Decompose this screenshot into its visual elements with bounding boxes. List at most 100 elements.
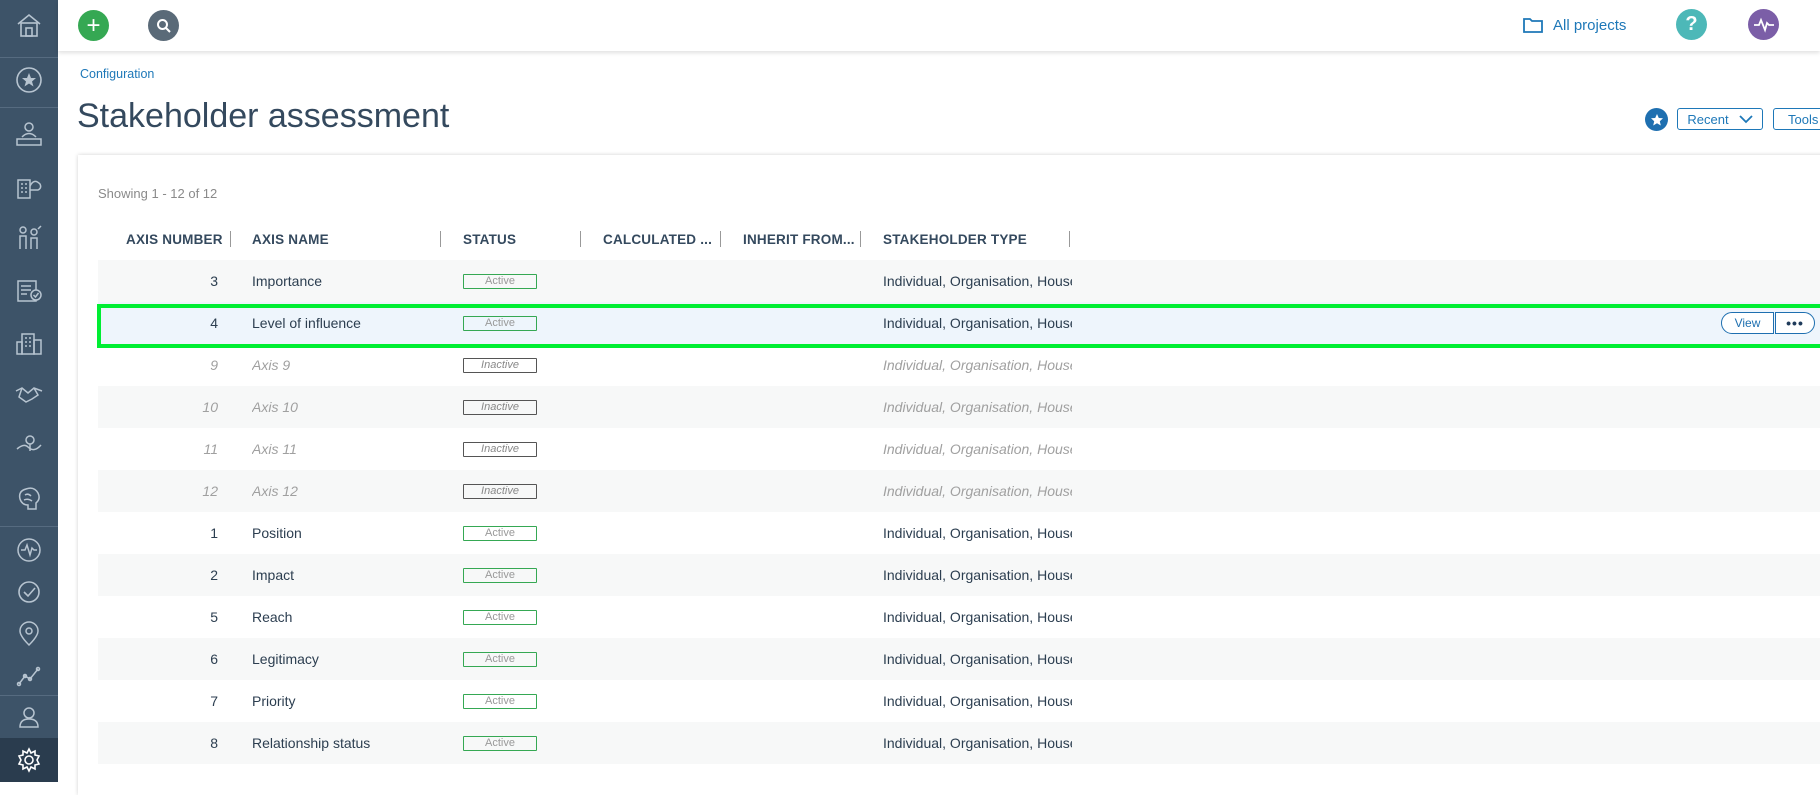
sidebar-item-tasks[interactable] bbox=[0, 269, 58, 311]
results-count: Showing 1 - 12 of 12 bbox=[98, 186, 218, 201]
status-cell: Inactive bbox=[463, 344, 543, 386]
sidebar-item-settings[interactable] bbox=[0, 738, 58, 782]
graph-icon bbox=[16, 666, 41, 687]
table-row[interactable]: 8 Relationship status Active Individual,… bbox=[98, 722, 1820, 764]
table-row[interactable]: 3 Importance Active Individual, Organisa… bbox=[98, 260, 1820, 302]
sidebar-item-groups[interactable] bbox=[0, 217, 58, 259]
activity-button[interactable] bbox=[1748, 9, 1779, 40]
status-badge: Inactive bbox=[463, 399, 537, 415]
column-axis-number[interactable]: AXIS NUMBER bbox=[126, 232, 223, 247]
sidebar-item-favourites[interactable] bbox=[0, 59, 58, 101]
help-icon: ? bbox=[1685, 13, 1698, 35]
status-badge: Active bbox=[463, 567, 537, 583]
status-cell: Inactive bbox=[463, 470, 543, 512]
column-status[interactable]: STATUS bbox=[463, 232, 516, 247]
axis-name: Axis 12 bbox=[252, 483, 298, 499]
column-resize-handle[interactable] bbox=[580, 231, 581, 247]
sidebar-item-organisations[interactable] bbox=[0, 166, 58, 208]
recent-dropdown[interactable]: Recent bbox=[1677, 108, 1763, 130]
table-row[interactable]: 9 Axis 9 Inactive Individual, Organisati… bbox=[98, 344, 1820, 386]
column-resize-handle[interactable] bbox=[1069, 231, 1070, 247]
recent-label: Recent bbox=[1687, 111, 1729, 127]
axis-number: 10 bbox=[202, 399, 218, 415]
sidebar-item-buildings[interactable] bbox=[0, 322, 58, 364]
column-stakeholder-type[interactable]: STAKEHOLDER TYPE bbox=[883, 232, 1027, 247]
folder-icon bbox=[1523, 18, 1543, 33]
stakeholder-type: Individual, Organisation, House bbox=[883, 651, 1072, 667]
stakeholder-type: Individual, Organisation, House bbox=[883, 525, 1072, 541]
status-cell: Active bbox=[463, 554, 543, 596]
organisations-icon bbox=[17, 179, 42, 199]
sidebar-item-profile[interactable] bbox=[0, 696, 58, 738]
stakeholder-type: Individual, Organisation, House bbox=[883, 567, 1072, 583]
axis-name: Importance bbox=[252, 273, 323, 289]
status-badge: Active bbox=[463, 693, 537, 709]
table-row[interactable]: 12 Axis 12 Inactive Individual, Organisa… bbox=[98, 470, 1820, 512]
status-cell: Inactive bbox=[463, 428, 543, 470]
axis-name: Axis 11 bbox=[252, 441, 297, 457]
user-icon bbox=[19, 707, 39, 728]
column-resize-handle[interactable] bbox=[720, 231, 721, 247]
column-calculated[interactable]: CALCULATED ... bbox=[603, 232, 712, 247]
axis-number: 11 bbox=[203, 441, 218, 457]
chevron-down-icon bbox=[1738, 114, 1753, 123]
favourite-button[interactable] bbox=[1645, 108, 1668, 131]
sidebar-item-check[interactable] bbox=[0, 571, 58, 613]
axis-name: Relationship status bbox=[252, 735, 371, 751]
sidebar-item-activity[interactable] bbox=[0, 529, 58, 571]
tools-button[interactable]: Tools bbox=[1773, 108, 1820, 130]
axis-number: 2 bbox=[210, 567, 218, 583]
axis-number: 1 bbox=[210, 525, 218, 541]
column-resize-handle[interactable] bbox=[440, 231, 441, 247]
table-row[interactable]: 7 Priority Active Individual, Organisati… bbox=[98, 680, 1820, 722]
table-row[interactable]: 4 Level of influence Active Individual, … bbox=[98, 302, 1820, 344]
sidebar-item-stakeholders[interactable] bbox=[0, 113, 58, 155]
sidebar-item-engagements[interactable] bbox=[0, 373, 58, 415]
table-row[interactable]: 5 Reach Active Individual, Organisation,… bbox=[98, 596, 1820, 638]
view-button[interactable]: View bbox=[1721, 312, 1774, 334]
table-row[interactable]: 1 Position Active Individual, Organisati… bbox=[98, 512, 1820, 554]
status-cell: Active bbox=[463, 638, 543, 680]
axis-number: 3 bbox=[210, 273, 218, 289]
buildings-icon bbox=[16, 333, 42, 355]
search-button[interactable] bbox=[148, 10, 179, 41]
sidebar-item-locations[interactable] bbox=[0, 613, 58, 655]
all-projects-link[interactable]: All projects bbox=[1523, 12, 1626, 38]
status-cell: Active bbox=[463, 596, 543, 638]
help-button[interactable]: ? bbox=[1676, 9, 1707, 40]
table-row[interactable]: 6 Legitimacy Active Individual, Organisa… bbox=[98, 638, 1820, 680]
sidebar-item-reports[interactable] bbox=[0, 655, 58, 697]
column-axis-name[interactable]: AXIS NAME bbox=[252, 232, 329, 247]
status-cell: Active bbox=[463, 722, 543, 764]
stakeholder-type: Individual, Organisation, House bbox=[883, 735, 1072, 751]
tools-label: Tools bbox=[1788, 111, 1819, 127]
breadcrumb[interactable]: Configuration bbox=[80, 67, 154, 81]
star-icon bbox=[1650, 113, 1663, 125]
axis-name: Level of influence bbox=[252, 315, 361, 331]
sidebar-item-home[interactable] bbox=[0, 4, 58, 46]
status-badge: Active bbox=[463, 273, 537, 289]
more-options-button[interactable]: ••• bbox=[1775, 312, 1815, 334]
status-badge: Inactive bbox=[463, 357, 537, 373]
top-bar: + All projects ? bbox=[58, 0, 1820, 51]
table-row[interactable]: 2 Impact Active Individual, Organisation… bbox=[98, 554, 1820, 596]
column-resize-handle[interactable] bbox=[230, 231, 231, 247]
status-badge: Inactive bbox=[463, 441, 537, 457]
brain-icon bbox=[18, 487, 40, 510]
status-badge: Inactive bbox=[463, 483, 537, 499]
column-resize-handle[interactable] bbox=[860, 231, 861, 247]
home-icon bbox=[17, 13, 41, 37]
stakeholder-type: Individual, Organisation, House bbox=[883, 315, 1072, 331]
handshake-icon bbox=[15, 387, 43, 403]
axis-name: Priority bbox=[252, 693, 296, 709]
sidebar-item-analysis[interactable] bbox=[0, 477, 58, 519]
sidebar-item-issues[interactable] bbox=[0, 425, 58, 467]
column-inherit-from[interactable]: INHERIT FROM... bbox=[743, 232, 855, 247]
location-icon bbox=[19, 621, 39, 647]
table-row[interactable]: 10 Axis 10 Inactive Individual, Organisa… bbox=[98, 386, 1820, 428]
add-button[interactable]: + bbox=[78, 10, 109, 41]
plus-icon: + bbox=[86, 11, 101, 39]
table-row[interactable]: 11 Axis 11 Inactive Individual, Organisa… bbox=[98, 428, 1820, 470]
status-badge: Active bbox=[463, 525, 537, 541]
status-badge: Active bbox=[463, 651, 537, 667]
